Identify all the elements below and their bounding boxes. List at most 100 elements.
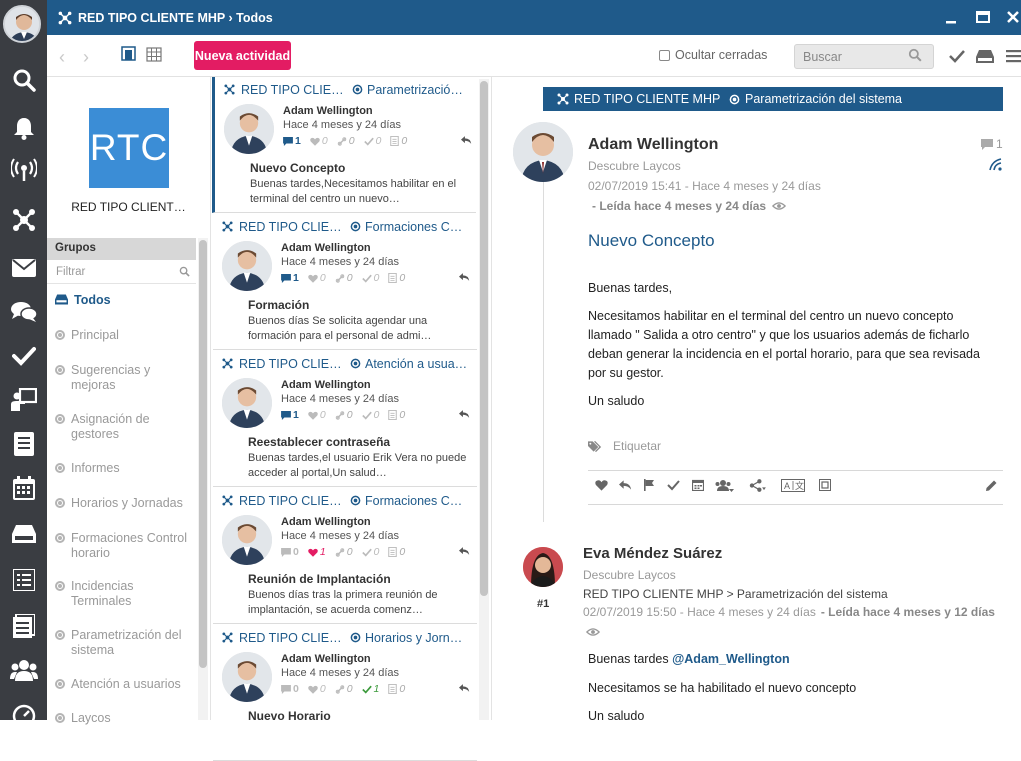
card-author-name[interactable]: Adam Wellington bbox=[281, 653, 371, 665]
org-name[interactable]: RED TIPO CLIENT… bbox=[47, 200, 210, 214]
report-icon[interactable] bbox=[0, 606, 47, 646]
bell-icon[interactable] bbox=[0, 108, 47, 148]
chat-icon[interactable] bbox=[0, 292, 47, 332]
activity-card[interactable]: RED TIPO CLIE… Formaciones C… Adam Welling… bbox=[213, 214, 477, 350]
dashboard-icon[interactable] bbox=[0, 696, 47, 736]
card-network-link[interactable]: RED TIPO CLIE… bbox=[239, 220, 349, 234]
reply-icon[interactable] bbox=[459, 409, 470, 419]
activity-card[interactable]: RED TIPO CLIE… Atención a usua… Adam Welli… bbox=[213, 351, 477, 487]
document-icon[interactable] bbox=[0, 424, 47, 464]
close-icon[interactable] bbox=[1005, 9, 1021, 25]
card-author-name[interactable]: Adam Wellington bbox=[281, 242, 371, 254]
calendar-icon[interactable] bbox=[692, 479, 704, 491]
card-group-link[interactable]: Parametrizació… bbox=[367, 83, 476, 97]
forward-arrow-icon[interactable]: › bbox=[83, 47, 89, 68]
card-author-name[interactable]: Adam Wellington bbox=[281, 516, 371, 528]
inbox-tray-icon[interactable] bbox=[0, 514, 47, 554]
card-group-link[interactable]: Formaciones C… bbox=[365, 220, 477, 234]
group-item[interactable]: Horarios y Jornadas bbox=[55, 496, 195, 511]
reply-icon[interactable] bbox=[461, 135, 472, 145]
back-arrow-icon[interactable]: ‹ bbox=[59, 47, 65, 68]
groups-filter-input[interactable]: Filtrar bbox=[47, 260, 196, 284]
card-author-name[interactable]: Adam Wellington bbox=[281, 379, 371, 391]
flag-icon[interactable] bbox=[644, 479, 655, 491]
network-icon[interactable] bbox=[0, 200, 47, 240]
table-view-icon[interactable] bbox=[146, 47, 162, 63]
calendar-icon[interactable] bbox=[0, 468, 47, 508]
group-item[interactable]: Principal bbox=[55, 328, 195, 343]
detail-group-link[interactable]: Parametrización del sistema bbox=[745, 92, 902, 106]
presentation-icon[interactable] bbox=[0, 380, 47, 420]
check-icon[interactable] bbox=[0, 336, 47, 376]
complete-check-icon[interactable] bbox=[667, 479, 680, 491]
scrollbar-thumb[interactable] bbox=[480, 81, 488, 596]
search-icon[interactable] bbox=[908, 48, 922, 62]
new-activity-button[interactable]: Nueva actividad bbox=[194, 41, 291, 70]
reply-author-name[interactable]: Eva Méndez Suárez bbox=[583, 545, 722, 562]
activity-card[interactable]: RED TIPO CLIE… Horarios y Jorn… Adam Welli… bbox=[213, 625, 477, 761]
card-network-link[interactable]: RED TIPO CLIE… bbox=[241, 83, 351, 97]
group-item[interactable]: Sugerencias y mejoras bbox=[55, 363, 195, 393]
tag-button[interactable]: Etiquetar bbox=[588, 439, 661, 453]
card-author-avatar[interactable] bbox=[224, 104, 274, 154]
group-item[interactable]: Laycos bbox=[55, 711, 195, 726]
reply-icon[interactable] bbox=[459, 683, 470, 693]
like-heart-icon[interactable] bbox=[595, 479, 608, 491]
card-group-link[interactable]: Horarios y Jorn… bbox=[365, 631, 477, 645]
card-likes: 0 bbox=[308, 683, 326, 695]
mail-icon[interactable] bbox=[0, 248, 47, 288]
group-item[interactable]: Formaciones Control horario bbox=[55, 531, 195, 561]
hide-closed-checkbox[interactable] bbox=[659, 49, 670, 61]
card-title: Reestablecer contraseña bbox=[248, 435, 391, 449]
author-avatar[interactable] bbox=[513, 122, 573, 182]
reply-author-avatar[interactable] bbox=[523, 547, 563, 587]
comment-count[interactable]: 1 bbox=[981, 137, 1003, 151]
card-network-link[interactable]: RED TIPO CLIE… bbox=[239, 631, 349, 645]
assign-users-icon[interactable] bbox=[714, 479, 734, 493]
hide-closed-toggle[interactable]: Ocultar cerradas bbox=[659, 48, 767, 62]
card-author-name[interactable]: Adam Wellington bbox=[283, 105, 373, 117]
card-group-link[interactable]: Atención a usua… bbox=[365, 357, 477, 371]
group-item[interactable]: Incidencias Terminales bbox=[55, 579, 195, 609]
card-group-link[interactable]: Formaciones C… bbox=[365, 494, 477, 508]
reply-icon[interactable] bbox=[459, 546, 470, 556]
card-network-link[interactable]: RED TIPO CLIE… bbox=[239, 357, 349, 371]
card-author-avatar[interactable] bbox=[222, 241, 272, 291]
activity-card[interactable]: RED TIPO CLIE… Parametrizació… Adam Wellin… bbox=[212, 77, 476, 213]
mention-link[interactable]: @Adam_Wellington bbox=[672, 652, 790, 666]
broadcast-icon[interactable] bbox=[0, 150, 47, 190]
reply-icon[interactable] bbox=[459, 272, 470, 282]
mark-read-check-icon[interactable] bbox=[948, 47, 966, 65]
list-icon[interactable] bbox=[0, 560, 47, 600]
search-icon[interactable] bbox=[0, 60, 47, 100]
group-item-todos[interactable]: Todos bbox=[55, 293, 195, 308]
edit-pencil-icon[interactable] bbox=[985, 479, 998, 492]
group-item[interactable]: Asignación de gestores bbox=[55, 412, 195, 442]
groups-scrollbar[interactable] bbox=[198, 238, 208, 720]
activity-card[interactable]: RED TIPO CLIE… Formaciones C… Adam Welling… bbox=[213, 488, 477, 624]
reply-icon[interactable] bbox=[619, 479, 632, 491]
inbox-tray-icon[interactable] bbox=[976, 47, 994, 65]
expand-icon[interactable] bbox=[819, 479, 831, 491]
group-item[interactable]: Informes bbox=[55, 461, 195, 476]
feed-scrollbar[interactable] bbox=[479, 79, 489, 720]
card-author-avatar[interactable] bbox=[222, 515, 272, 565]
minimize-icon[interactable] bbox=[943, 9, 959, 25]
group-item[interactable]: Atención a usuarios bbox=[55, 677, 195, 692]
maximize-icon[interactable] bbox=[975, 9, 991, 25]
scrollbar-thumb[interactable] bbox=[199, 240, 207, 668]
card-network-link[interactable]: RED TIPO CLIE… bbox=[239, 494, 349, 508]
users-icon[interactable] bbox=[0, 650, 47, 690]
read-status: - Leída hace 4 meses y 24 días bbox=[592, 199, 787, 213]
share-icon[interactable] bbox=[749, 479, 766, 492]
card-author-avatar[interactable] bbox=[222, 652, 272, 702]
translate-icon[interactable]: A文 bbox=[781, 479, 805, 492]
menu-icon[interactable] bbox=[1005, 47, 1021, 65]
group-item[interactable]: Parametrización del sistema bbox=[55, 628, 195, 658]
user-avatar[interactable] bbox=[3, 5, 41, 43]
reply-path[interactable]: RED TIPO CLIENTE MHP > Parametrización d… bbox=[583, 587, 888, 601]
card-view-icon[interactable] bbox=[121, 46, 137, 62]
card-author-avatar[interactable] bbox=[222, 378, 272, 428]
author-name[interactable]: Adam Wellington bbox=[588, 136, 718, 154]
detail-network-link[interactable]: RED TIPO CLIENTE MHP bbox=[574, 92, 720, 106]
